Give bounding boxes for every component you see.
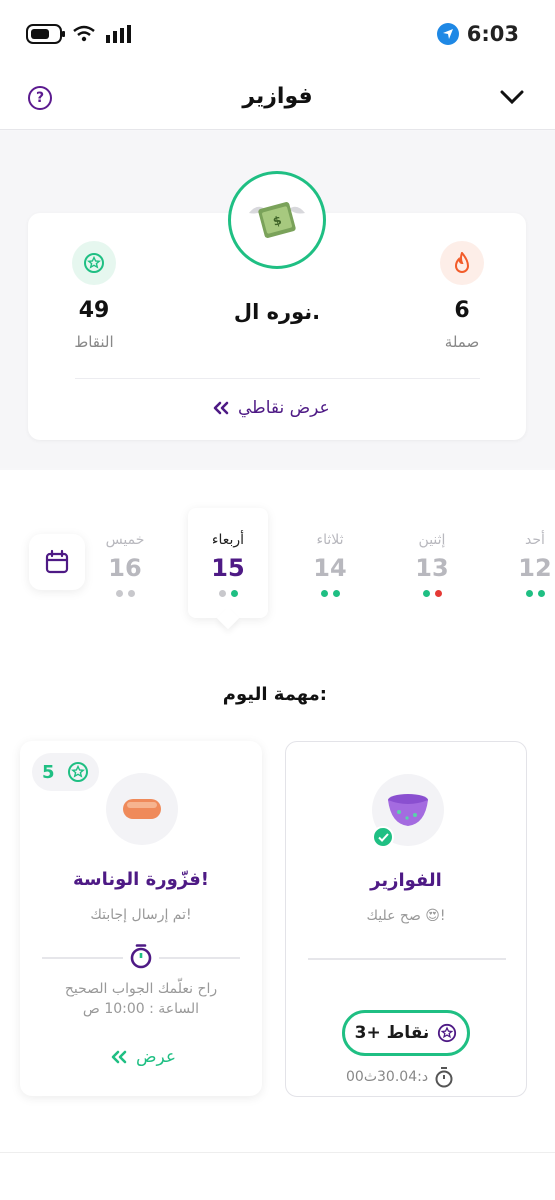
- view-label: عرض: [136, 1047, 177, 1067]
- day-number: 16: [108, 554, 142, 582]
- tasks-title: مهمة اليوم:: [222, 684, 327, 705]
- view-button[interactable]: عرض: [110, 1047, 176, 1067]
- day-number: 14: [313, 554, 347, 582]
- day-12[interactable]: أحد 12: [495, 532, 555, 597]
- calendar-button[interactable]: [29, 534, 85, 590]
- day-14[interactable]: ثلاثاء 14: [290, 532, 370, 597]
- status-dot: [422, 590, 430, 597]
- day-name: إثنين: [418, 532, 446, 548]
- reveal-line-2: الساعة : 10:00 ص: [82, 1001, 200, 1017]
- star-icon: [72, 241, 116, 285]
- status-dots: [188, 590, 268, 597]
- fire-icon: [440, 241, 484, 285]
- wifi-icon: [73, 25, 95, 42]
- task-name: فزّورة الوناسة!: [73, 869, 209, 890]
- signal-icon: [106, 25, 131, 43]
- status-dot: [115, 590, 123, 597]
- timer: 00د:30.04ث: [346, 1066, 454, 1088]
- points-label: النقاط: [74, 333, 114, 351]
- divider: [75, 378, 480, 379]
- divider: [0, 1152, 555, 1153]
- points-badge-value: 5: [42, 761, 55, 783]
- points-earned: 3+ نقاط: [354, 1023, 430, 1043]
- double-chevron-left-icon: [111, 1050, 127, 1064]
- status-dot: [320, 590, 328, 597]
- status-dot: [537, 590, 545, 597]
- day-name: خميس: [105, 532, 145, 548]
- page-title: فوازير: [242, 84, 313, 109]
- status-dot: [218, 590, 226, 597]
- status-dot: [525, 590, 533, 597]
- status-bar: 6:03: [0, 0, 555, 70]
- day-15[interactable]: أربعاء 15: [188, 532, 268, 597]
- view-points-label: عرض نقاطي: [238, 398, 330, 418]
- pill-icon: [106, 773, 178, 845]
- bowl-icon: [372, 774, 444, 848]
- chevron-down-icon[interactable]: [499, 84, 525, 110]
- task-name: الفوازير: [370, 870, 442, 891]
- user-name: نوره ال.: [233, 300, 321, 324]
- battery-icon: [26, 24, 65, 44]
- status-dots: [392, 590, 472, 597]
- status-dot: [127, 590, 135, 597]
- task-status: تم إرسال إجابتك!: [90, 907, 192, 923]
- task-card-wanasa[interactable]: 5 فزّورة الوناسة! تم إرسال إجابتك! راح ن…: [20, 741, 262, 1096]
- timer-value: 00د:30.04ث: [346, 1069, 429, 1085]
- day-number: 13: [415, 554, 449, 582]
- check-badge-icon: [372, 826, 394, 848]
- status-dots: [495, 590, 555, 597]
- status-dot: [434, 590, 442, 597]
- status-dot: [230, 590, 238, 597]
- stopwatch-icon: [123, 943, 159, 973]
- streak-label: صملة: [444, 333, 480, 351]
- stopwatch-icon: [435, 1067, 453, 1088]
- avatar: $: [228, 171, 326, 269]
- task-result: صح عليك 😍!: [366, 908, 446, 924]
- day-13[interactable]: إثنين 13: [392, 532, 472, 597]
- status-dot: [332, 590, 340, 597]
- day-name: أحد: [525, 532, 545, 548]
- day-name: أربعاء: [211, 532, 245, 548]
- status-dots: [290, 590, 370, 597]
- task-card-fawazir[interactable]: الفوازير صح عليك 😍! 3+ نقاط 00د:30.04ث: [285, 741, 527, 1097]
- day-name: ثلاثاء: [316, 532, 344, 548]
- star-icon: [67, 762, 88, 782]
- view-points-link[interactable]: عرض نقاطي: [212, 398, 330, 418]
- status-time: 6:03: [466, 22, 519, 46]
- header: ? فوازير: [0, 70, 555, 130]
- status-icons: [26, 24, 132, 44]
- streak-value: 6: [454, 298, 470, 323]
- reveal-info: راح نعلّمك الجواب الصحيح الساعة : 10:00 …: [20, 979, 262, 1019]
- points-badge: 5: [32, 753, 99, 791]
- calendar-icon: [45, 549, 69, 574]
- flying-money-icon: $: [249, 202, 305, 238]
- points-value: 49: [78, 298, 110, 323]
- reveal-line-1: راح نعلّمك الجواب الصحيح: [64, 981, 218, 997]
- status-dots: [85, 590, 165, 597]
- points-earned-badge: 3+ نقاط: [342, 1010, 470, 1056]
- star-icon: [438, 1023, 457, 1043]
- day-number: 15: [211, 554, 245, 582]
- day-number: 12: [518, 554, 552, 582]
- double-chevron-left-icon: [213, 401, 229, 415]
- location-icon: [436, 23, 459, 45]
- divider: [308, 958, 506, 960]
- day-16[interactable]: خميس 16: [85, 532, 165, 597]
